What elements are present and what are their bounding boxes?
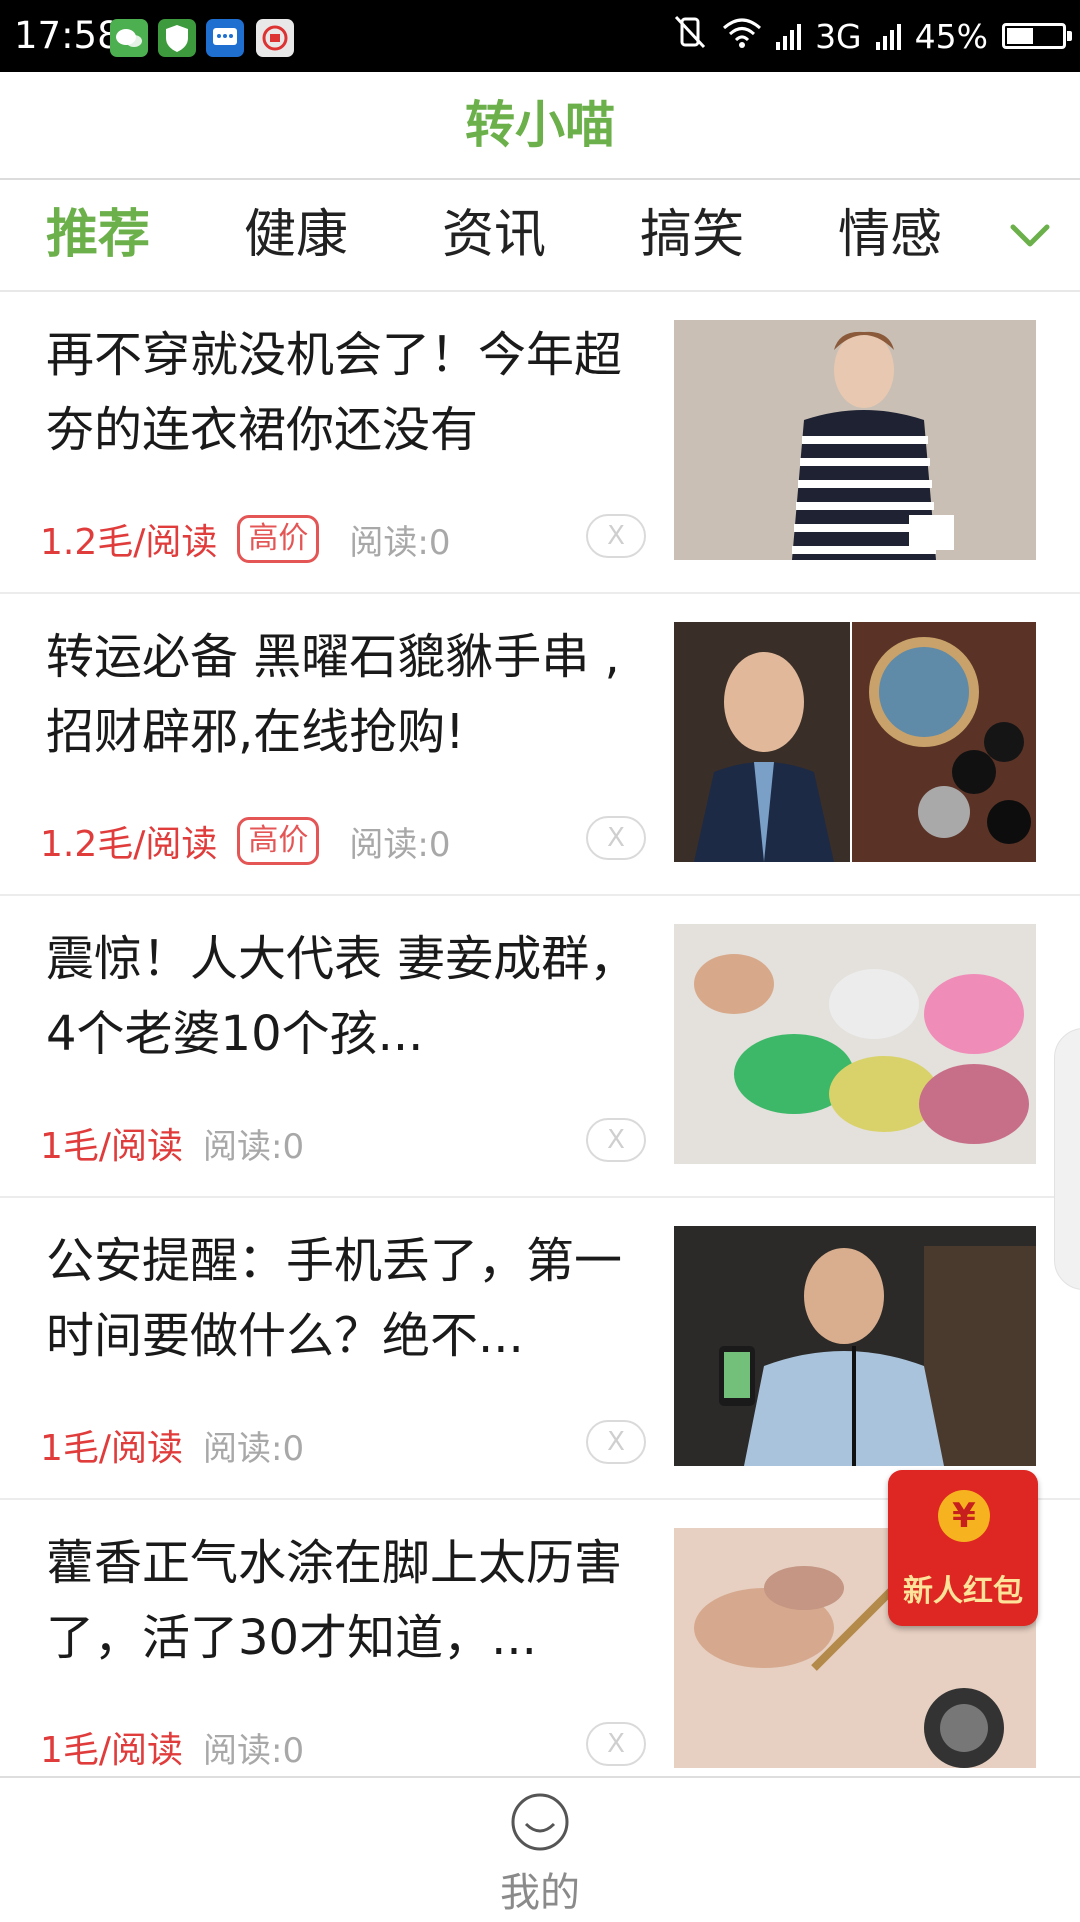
feed-item-title[interactable]: 藿香正气水涂在脚上太历害了，活了30才知道，...	[46, 1526, 646, 1676]
feed-item[interactable]: 转运必备 黑曜石貔貅手串 ,招财辟邪,在线抢购! 1.2毛/阅读 高价 阅读:0…	[0, 594, 1080, 896]
dismiss-button[interactable]: X	[586, 1722, 646, 1766]
high-price-badge: 高价	[237, 817, 320, 865]
battery-icon	[1002, 23, 1072, 49]
read-count: 阅读:0	[349, 522, 451, 563]
status-time: 17:58	[14, 14, 121, 57]
tab-funny[interactable]: 搞笑	[640, 180, 744, 290]
price-per-read: 1毛/阅读	[40, 1126, 184, 1167]
feed-item-title[interactable]: 转运必备 黑曜石貔貅手串 ,招财辟邪,在线抢购!	[46, 620, 646, 770]
signal-icon-2	[875, 22, 901, 50]
dismiss-button[interactable]: X	[586, 1118, 646, 1162]
feed-item[interactable]: 再不穿就没机会了！今年超夯的连衣裙你还没有 1.2毛/阅读 高价 阅读:0 X	[0, 292, 1080, 594]
mute-icon	[672, 15, 708, 57]
app-header: 转小喵	[0, 72, 1080, 180]
smiley-icon	[510, 1792, 570, 1852]
battery-percent: 45%	[914, 16, 988, 56]
chevron-down-icon[interactable]	[1005, 210, 1055, 260]
tab-health[interactable]: 健康	[244, 180, 348, 290]
price-per-read: 1毛/阅读	[40, 1730, 184, 1771]
wechat-icon	[110, 19, 148, 57]
dismiss-button[interactable]: X	[586, 1420, 646, 1464]
feed-item[interactable]: 震惊！人大代表 妻妾成群，4个老婆10个孩... 1毛/阅读 阅读:0 X	[0, 896, 1080, 1198]
price-per-read: 1毛/阅读	[40, 1428, 184, 1469]
status-bar: 17:58 3G 45%	[0, 0, 1080, 72]
message-icon	[206, 19, 244, 57]
category-tabs: 推荐 健康 资讯 搞笑 情感	[0, 180, 1080, 292]
feed-item-title[interactable]: 再不穿就没机会了！今年超夯的连衣裙你还没有	[46, 318, 646, 468]
price-per-read: 1.2毛/阅读	[40, 522, 218, 563]
app-icon	[256, 19, 294, 57]
feed-item-title[interactable]: 震惊！人大代表 妻妾成群，4个老婆10个孩...	[46, 922, 646, 1072]
new-user-red-packet-button[interactable]: ¥ 新人红包	[888, 1470, 1038, 1626]
read-count: 阅读:0	[203, 1126, 305, 1167]
signal-icon	[776, 22, 802, 50]
wifi-icon	[722, 17, 762, 56]
bottom-nav: 我的	[0, 1776, 1080, 1922]
dismiss-button[interactable]: X	[586, 514, 646, 558]
feed-item[interactable]: 公安提醒：手机丢了，第一时间要做什么？绝不... 1毛/阅读 阅读:0 X	[0, 1198, 1080, 1500]
price-per-read: 1.2毛/阅读	[40, 824, 218, 865]
high-price-badge: 高价	[237, 515, 320, 563]
article-thumbnail[interactable]	[674, 320, 1036, 560]
article-thumbnail[interactable]	[674, 622, 1036, 862]
network-type: 3G	[815, 16, 862, 56]
red-packet-label: 新人红包	[903, 1574, 1023, 1609]
tab-recommend[interactable]: 推荐	[46, 180, 150, 290]
tab-emotion[interactable]: 情感	[838, 180, 942, 290]
app-title: 转小喵	[465, 96, 615, 154]
read-count: 阅读:0	[349, 824, 451, 865]
shield-icon	[158, 19, 196, 57]
nav-mine-label: 我的	[500, 1870, 580, 1916]
side-drawer-handle[interactable]	[1054, 1028, 1080, 1290]
tab-news[interactable]: 资讯	[442, 180, 546, 290]
nav-mine[interactable]: 我的	[490, 1792, 590, 1916]
article-thumbnail[interactable]	[674, 924, 1036, 1164]
dismiss-button[interactable]: X	[586, 816, 646, 860]
article-thumbnail[interactable]	[674, 1226, 1036, 1466]
read-count: 阅读:0	[203, 1428, 305, 1469]
yuan-coin-icon: ¥	[938, 1490, 990, 1542]
feed-item-title[interactable]: 公安提醒：手机丢了，第一时间要做什么？绝不...	[46, 1224, 646, 1374]
read-count: 阅读:0	[203, 1730, 305, 1771]
